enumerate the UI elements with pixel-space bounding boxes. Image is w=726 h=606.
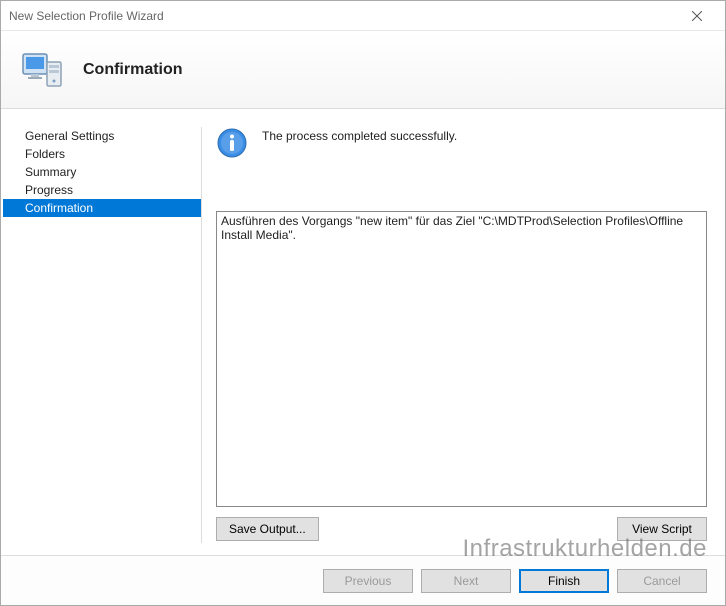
finish-button[interactable]: Finish	[519, 569, 609, 593]
info-icon	[216, 127, 248, 159]
status-row: The process completed successfully.	[216, 127, 707, 159]
body: General Settings Folders Summary Progres…	[1, 109, 725, 555]
close-icon	[692, 11, 702, 21]
next-button: Next	[421, 569, 511, 593]
log-output[interactable]: Ausführen des Vorgangs "new item" für da…	[216, 211, 707, 507]
action-row: Save Output... View Script	[216, 507, 707, 555]
save-output-button[interactable]: Save Output...	[216, 517, 319, 541]
sidebar-item-confirmation[interactable]: Confirmation	[3, 199, 201, 217]
sidebar-item-summary[interactable]: Summary	[1, 163, 201, 181]
header-title: Confirmation	[83, 61, 183, 79]
sidebar-item-general-settings[interactable]: General Settings	[1, 127, 201, 145]
sidebar-item-folders[interactable]: Folders	[1, 145, 201, 163]
sidebar: General Settings Folders Summary Progres…	[1, 109, 201, 555]
wizard-window: New Selection Profile Wizard Confirmatio…	[0, 0, 726, 606]
status-text: The process completed successfully.	[262, 127, 457, 143]
view-script-button[interactable]: View Script	[617, 517, 707, 541]
footer: Previous Next Finish Cancel	[1, 555, 725, 605]
previous-button: Previous	[323, 569, 413, 593]
titlebar: New Selection Profile Wizard	[1, 1, 725, 31]
close-button[interactable]	[677, 2, 717, 30]
main-panel: The process completed successfully. Ausf…	[202, 109, 725, 555]
window-title: New Selection Profile Wizard	[9, 9, 677, 23]
header: Confirmation	[1, 31, 725, 109]
sidebar-item-progress[interactable]: Progress	[1, 181, 201, 199]
cancel-button: Cancel	[617, 569, 707, 593]
computer-icon	[19, 46, 67, 94]
